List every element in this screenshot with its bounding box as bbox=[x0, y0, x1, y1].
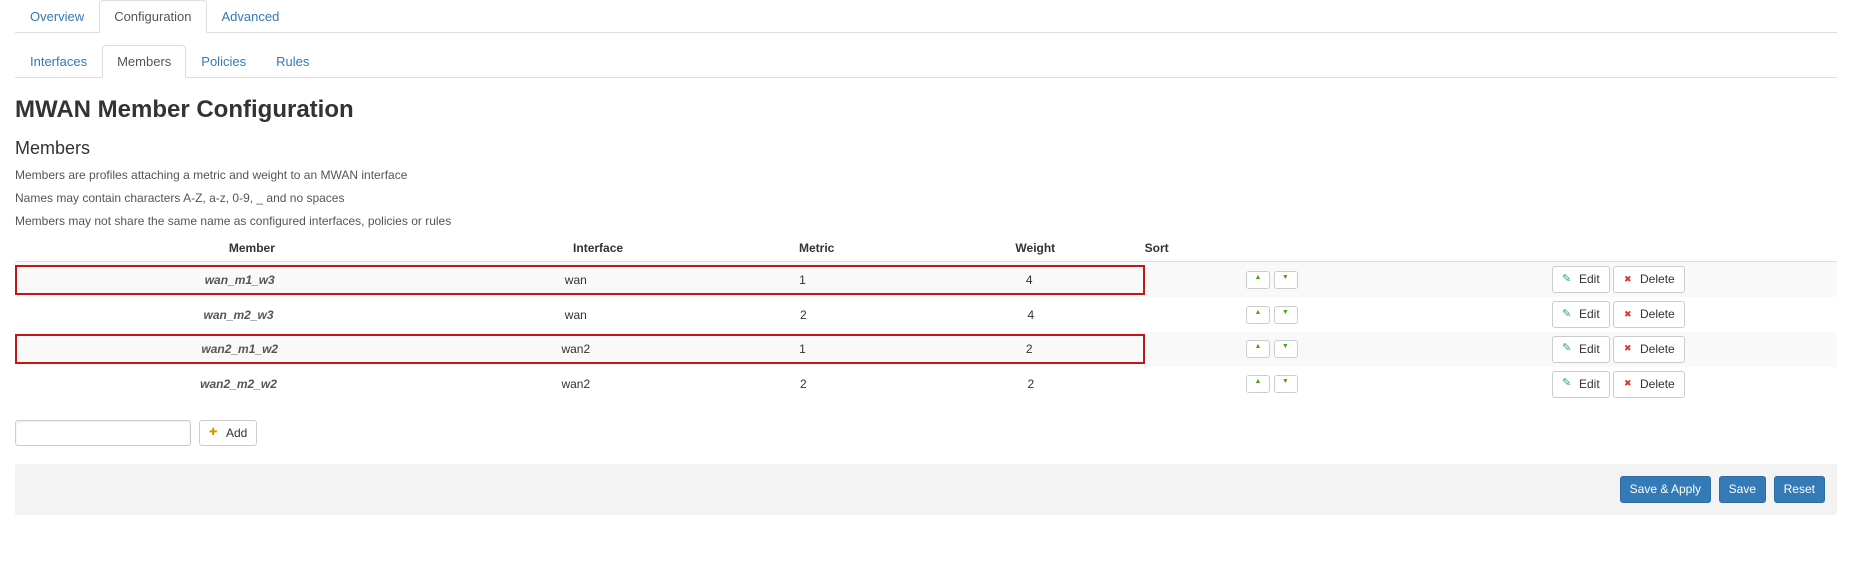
delete-icon bbox=[1623, 343, 1635, 355]
member-metric: 2 bbox=[690, 371, 918, 397]
col-weight: Weight bbox=[926, 235, 1145, 262]
member-name: wan2_m1_w2 bbox=[17, 336, 462, 362]
delete-button[interactable]: Delete bbox=[1613, 371, 1685, 398]
add-row: Add bbox=[15, 420, 1837, 447]
sort-up-button[interactable] bbox=[1246, 375, 1270, 393]
tab-advanced[interactable]: Advanced bbox=[207, 0, 295, 33]
add-button[interactable]: Add bbox=[199, 420, 257, 447]
member-interface: wan2 bbox=[462, 371, 690, 397]
table-row: wan2_m1_w2wan212 Edit Delete bbox=[15, 332, 1837, 367]
member-metric: 1 bbox=[689, 267, 916, 293]
description-line: Names may contain characters A-Z, a-z, 0… bbox=[15, 190, 1837, 207]
subtab-members[interactable]: Members bbox=[102, 45, 186, 78]
sort-up-button[interactable] bbox=[1246, 271, 1270, 289]
edit-button[interactable]: Edit bbox=[1552, 336, 1610, 363]
arrow-up-icon bbox=[1253, 344, 1263, 354]
save-button[interactable]: Save bbox=[1719, 476, 1766, 503]
member-name: wan_m1_w3 bbox=[17, 267, 462, 293]
description-line: Members are profiles attaching a metric … bbox=[15, 167, 1837, 184]
members-table: Member Interface Metric Weight Sort wan_… bbox=[15, 235, 1837, 401]
member-interface: wan bbox=[462, 302, 690, 328]
top-tabs: Overview Configuration Advanced bbox=[15, 0, 1837, 33]
col-sort: Sort bbox=[1145, 235, 1400, 262]
sort-down-button[interactable] bbox=[1274, 306, 1298, 324]
edit-icon bbox=[1562, 343, 1574, 355]
edit-icon bbox=[1562, 309, 1574, 321]
sort-up-button[interactable] bbox=[1246, 340, 1270, 358]
member-interface: wan bbox=[462, 267, 689, 293]
add-icon bbox=[209, 427, 221, 439]
table-row: wan2_m2_w2wan222 Edit Delete bbox=[15, 367, 1837, 402]
tab-configuration[interactable]: Configuration bbox=[99, 0, 206, 33]
member-weight: 4 bbox=[917, 302, 1145, 328]
edit-button[interactable]: Edit bbox=[1552, 371, 1610, 398]
delete-button[interactable]: Delete bbox=[1613, 266, 1685, 293]
col-metric: Metric bbox=[707, 235, 926, 262]
member-metric: 2 bbox=[690, 302, 918, 328]
member-interface: wan2 bbox=[462, 336, 689, 362]
member-weight: 4 bbox=[916, 267, 1143, 293]
arrow-up-icon bbox=[1253, 379, 1263, 389]
sort-down-button[interactable] bbox=[1274, 271, 1298, 289]
sort-up-button[interactable] bbox=[1246, 306, 1270, 324]
edit-icon bbox=[1562, 378, 1574, 390]
subtab-interfaces[interactable]: Interfaces bbox=[15, 45, 102, 78]
delete-icon bbox=[1623, 378, 1635, 390]
col-member: Member bbox=[15, 235, 489, 262]
add-button-label: Add bbox=[226, 425, 247, 442]
arrow-down-icon bbox=[1281, 310, 1291, 320]
arrow-down-icon bbox=[1281, 275, 1291, 285]
edit-icon bbox=[1562, 274, 1574, 286]
arrow-up-icon bbox=[1253, 275, 1263, 285]
page-title: MWAN Member Configuration bbox=[15, 96, 1837, 124]
member-name: wan2_m2_w2 bbox=[15, 371, 462, 397]
arrow-down-icon bbox=[1281, 344, 1291, 354]
sub-tabs: Interfaces Members Policies Rules bbox=[15, 45, 1837, 78]
table-row: wan_m1_w3wan14 Edit Delete bbox=[15, 262, 1837, 297]
member-weight: 2 bbox=[917, 371, 1145, 397]
edit-button[interactable]: Edit bbox=[1552, 266, 1610, 293]
footer-bar: Save & Apply Save Reset bbox=[15, 464, 1837, 515]
save-apply-button[interactable]: Save & Apply bbox=[1620, 476, 1711, 503]
col-interface: Interface bbox=[489, 235, 708, 262]
sort-down-button[interactable] bbox=[1274, 375, 1298, 393]
delete-button[interactable]: Delete bbox=[1613, 336, 1685, 363]
section-title: Members bbox=[15, 138, 1837, 159]
sort-down-button[interactable] bbox=[1274, 340, 1298, 358]
description-line: Members may not share the same name as c… bbox=[15, 213, 1837, 230]
table-row: wan_m2_w3wan24 Edit Delete bbox=[15, 297, 1837, 332]
member-name: wan_m2_w3 bbox=[15, 302, 462, 328]
arrow-up-icon bbox=[1253, 310, 1263, 320]
delete-icon bbox=[1623, 309, 1635, 321]
subtab-rules[interactable]: Rules bbox=[261, 45, 324, 78]
reset-button[interactable]: Reset bbox=[1774, 476, 1825, 503]
member-metric: 1 bbox=[689, 336, 916, 362]
delete-button[interactable]: Delete bbox=[1613, 301, 1685, 328]
new-member-input[interactable] bbox=[15, 420, 191, 446]
edit-button[interactable]: Edit bbox=[1552, 301, 1610, 328]
tab-overview[interactable]: Overview bbox=[15, 0, 99, 33]
delete-icon bbox=[1623, 274, 1635, 286]
subtab-policies[interactable]: Policies bbox=[186, 45, 261, 78]
member-weight: 2 bbox=[916, 336, 1143, 362]
arrow-down-icon bbox=[1281, 379, 1291, 389]
